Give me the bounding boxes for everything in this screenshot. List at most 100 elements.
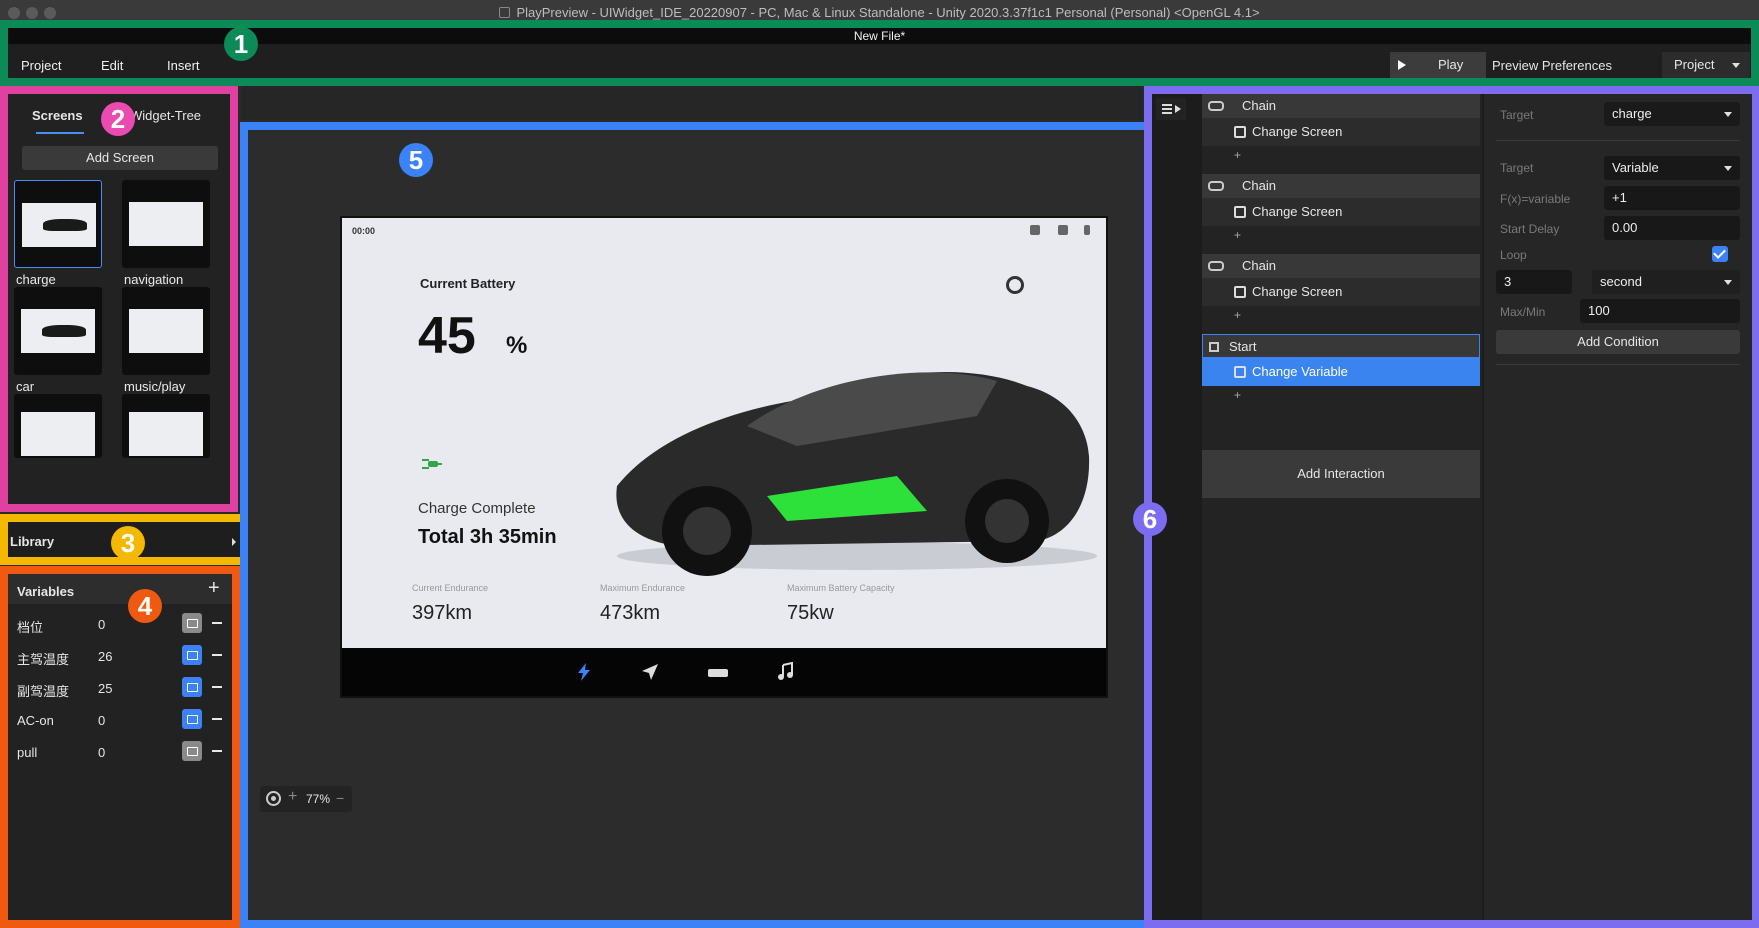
remove-variable-button[interactable]	[212, 750, 222, 752]
battery-value: 45	[418, 307, 476, 365]
variable-bind-icon[interactable]	[182, 613, 202, 633]
unity-icon	[499, 7, 511, 18]
close-window-button[interactable]	[8, 7, 20, 19]
zoom-in-button[interactable]: +	[288, 788, 297, 806]
zoom-out-button[interactable]: −	[336, 790, 344, 806]
add-action-button[interactable]: +	[1234, 228, 1241, 242]
battery-title: Current Battery	[420, 276, 516, 291]
screen-thumb-music[interactable]	[122, 287, 210, 375]
add-action-button[interactable]: +	[1234, 388, 1241, 402]
chain-header-label: Chain	[1242, 178, 1276, 193]
chain-action[interactable]: Change Screen	[1202, 278, 1480, 306]
region-badge-3: 3	[111, 526, 145, 560]
variable-value[interactable]: 0	[98, 745, 105, 760]
variable-bind-icon[interactable]	[182, 645, 202, 665]
stat-value: 473km	[600, 602, 661, 624]
device-preview[interactable]: 00:00 Current Battery 45 % Charge Comple…	[340, 216, 1108, 698]
variable-bind-icon[interactable]	[182, 741, 202, 761]
variable-name: AC-on	[17, 713, 54, 728]
menu-edit[interactable]: Edit	[101, 58, 123, 73]
bolt-icon[interactable]	[572, 662, 596, 682]
screen-thumb[interactable]	[14, 394, 102, 458]
recenter-icon[interactable]	[266, 791, 281, 806]
add-interaction-button[interactable]: Add Interaction	[1202, 450, 1480, 498]
remove-variable-button[interactable]	[212, 686, 222, 688]
chain-action-selected[interactable]: Change Variable	[1202, 358, 1480, 386]
properties-panel: Target charge Target Variable F(x)=varia…	[1484, 94, 1752, 920]
variable-name: 主驾温度	[17, 652, 70, 667]
divider	[1496, 364, 1740, 365]
canvas-top-area	[242, 86, 1142, 120]
chevron-right-icon	[232, 538, 236, 546]
target-label: Target	[1500, 108, 1534, 122]
variables-title: Variables	[17, 584, 75, 599]
region-badge-1: 1	[224, 27, 258, 61]
chain-action[interactable]: Change Screen	[1202, 118, 1480, 146]
play-button[interactable]: Play	[1390, 52, 1486, 78]
variable-row[interactable]: 档位 0	[8, 608, 232, 640]
chain-header[interactable]: Chain	[1202, 254, 1480, 278]
bluetooth-icon	[1084, 225, 1090, 235]
zoom-window-button[interactable]	[44, 7, 56, 19]
remove-variable-button[interactable]	[212, 718, 222, 720]
project-select[interactable]: Project	[1662, 52, 1750, 78]
play-label: Play	[1438, 57, 1464, 72]
variable-value[interactable]: 0	[98, 617, 105, 632]
flag-icon	[1209, 342, 1219, 352]
preview-preferences-button[interactable]: Preview Preferences	[1492, 58, 1612, 73]
gear-icon[interactable]	[1006, 276, 1024, 294]
navigation-icon[interactable]	[638, 662, 662, 682]
variable-bind-icon[interactable]	[182, 709, 202, 729]
screen-thumb-navigation[interactable]	[122, 180, 210, 268]
variable-bind-icon[interactable]	[182, 677, 202, 697]
loop-checkbox[interactable]	[1712, 246, 1728, 262]
library-label: Library	[10, 534, 55, 549]
variable-row[interactable]: AC-on 0	[8, 704, 232, 736]
remove-variable-button[interactable]	[212, 654, 222, 656]
add-variable-button[interactable]: +	[208, 577, 220, 600]
variable-icon	[1234, 366, 1246, 378]
remove-variable-button[interactable]	[212, 622, 222, 624]
start-header[interactable]: Start	[1202, 334, 1480, 358]
loop-count-input[interactable]: 3	[1496, 270, 1572, 294]
car-icon[interactable]	[706, 662, 730, 682]
screen-thumb-charge[interactable]	[14, 180, 102, 268]
tab-screens[interactable]: Screens	[32, 108, 83, 123]
chain-action-label: Change Screen	[1252, 124, 1343, 139]
variable-row[interactable]: 副驾温度 25	[8, 672, 232, 704]
zoom-control: + 77% −	[260, 786, 352, 812]
screen-thumb-car[interactable]	[14, 287, 102, 375]
minimize-window-button[interactable]	[26, 7, 38, 19]
add-screen-button[interactable]: Add Screen	[22, 146, 218, 170]
collapse-panel-icon[interactable]	[1156, 98, 1186, 120]
variable-row[interactable]: pull 0	[8, 736, 232, 768]
variable-name: 副驾温度	[17, 684, 70, 699]
screen-thumb[interactable]	[122, 394, 210, 458]
variable-value[interactable]: 25	[98, 681, 112, 696]
menu-project[interactable]: Project	[21, 58, 61, 73]
tab-widget-tree[interactable]: Widget-Tree	[130, 108, 201, 123]
change-screen-icon	[1234, 206, 1246, 218]
add-condition-button[interactable]: Add Condition	[1496, 330, 1740, 354]
screen-label: navigation	[124, 272, 184, 287]
variable-value[interactable]: 26	[98, 649, 112, 664]
variable-value[interactable]: 0	[98, 713, 105, 728]
menu-insert[interactable]: Insert	[167, 58, 200, 73]
loop-unit-select[interactable]: second	[1592, 270, 1740, 294]
variable-row[interactable]: 主驾温度 26	[8, 640, 232, 672]
chain-header[interactable]: Chain	[1202, 94, 1480, 118]
add-action-button[interactable]: +	[1234, 148, 1241, 162]
chain-header[interactable]: Chain	[1202, 174, 1480, 198]
fx-input[interactable]: +1	[1604, 186, 1740, 210]
target-select[interactable]: charge	[1604, 102, 1740, 126]
target-type-select[interactable]: Variable	[1604, 156, 1740, 180]
play-icon	[1398, 60, 1406, 70]
start-delay-input[interactable]: 0.00	[1604, 216, 1740, 240]
chain-action[interactable]: Change Screen	[1202, 198, 1480, 226]
maxmin-input[interactable]: 100	[1580, 299, 1740, 323]
project-select-value: Project	[1674, 57, 1715, 72]
battery-unit: %	[506, 332, 528, 359]
add-action-button[interactable]: +	[1234, 308, 1241, 322]
canvas-region: 00:00 Current Battery 45 % Charge Comple…	[240, 122, 1152, 928]
music-icon[interactable]	[774, 662, 798, 682]
